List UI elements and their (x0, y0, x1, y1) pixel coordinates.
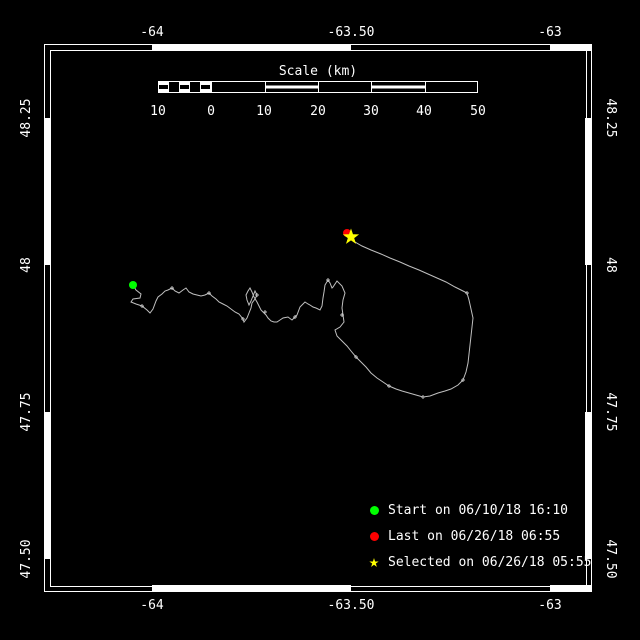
lat-tick-right-47.50: 47.50 (603, 539, 618, 579)
lon-tick-top--63: -63 (538, 25, 562, 40)
legend-item-last: Last on 06/26/18 06:55 (360, 523, 592, 549)
scale-bar-title: Scale (km) (278, 64, 358, 79)
legend-selected-label: Selected on 06/26/18 05:55 (388, 554, 592, 570)
scale-bar-section (266, 82, 319, 92)
lat-tick-right-47.75: 47.75 (603, 392, 618, 432)
scale-bar-checker-section (159, 82, 212, 92)
scale-checker-cell (190, 82, 201, 92)
legend-item-start: Start on 06/10/18 16:10 (360, 497, 592, 523)
scale-checker-cell (159, 82, 170, 92)
scale-checker-cell (169, 82, 180, 92)
frame-fill-top-2 (550, 44, 592, 51)
last-dot-icon (360, 531, 388, 541)
scale-bar (158, 81, 478, 93)
lat-tick-left-48.25: 48.25 (19, 98, 34, 138)
scale-label-0: 0 (207, 104, 215, 119)
start-dot-icon (360, 505, 388, 515)
frame-fill-bottom-2 (550, 585, 592, 592)
lon-tick-top--64: -64 (140, 25, 164, 40)
lon-tick-bottom--63.50: -63.50 (327, 598, 375, 613)
track-map-window: -64 -63.50 -63 -64 -63.50 -63 48.25 48 4… (0, 0, 640, 640)
scale-bar-section (426, 82, 477, 92)
lat-tick-right-48.25: 48.25 (603, 98, 618, 138)
lon-tick-bottom--63: -63 (538, 598, 562, 613)
scale-label-30: 30 (363, 104, 379, 119)
lat-tick-left-47.50: 47.50 (19, 539, 34, 579)
scale-bar-section (212, 82, 266, 92)
scale-label-20: 20 (310, 104, 326, 119)
lat-tick-left-48: 48 (19, 257, 34, 273)
lon-tick-top--63.50: -63.50 (327, 25, 375, 40)
lat-tick-left-47.75: 47.75 (19, 392, 34, 432)
scale-checker-cell (179, 82, 191, 92)
frame-fill-top-1 (152, 44, 351, 51)
scale-label-10-left: 10 (150, 104, 166, 119)
frame-fill-right-1 (585, 118, 592, 265)
legend-start-label: Start on 06/10/18 16:10 (388, 502, 569, 518)
selected-star-icon: ★ (368, 551, 380, 572)
scale-label-40: 40 (416, 104, 432, 119)
scale-label-10: 10 (256, 104, 272, 119)
frame-fill-left-1 (44, 118, 51, 265)
frame-fill-left-2 (44, 412, 51, 559)
legend: Start on 06/10/18 16:10 Last on 06/26/18… (360, 497, 592, 575)
lat-tick-right-48: 48 (603, 257, 618, 273)
scale-label-50: 50 (470, 104, 486, 119)
frame-fill-bottom-1 (152, 585, 351, 592)
lon-tick-bottom--64: -64 (140, 598, 164, 613)
scale-bar-section (319, 82, 372, 92)
legend-last-label: Last on 06/26/18 06:55 (388, 528, 561, 544)
scale-bar-section (372, 82, 426, 92)
scale-checker-cell (200, 82, 211, 92)
legend-item-selected: ★ Selected on 06/26/18 05:55 (360, 549, 592, 575)
